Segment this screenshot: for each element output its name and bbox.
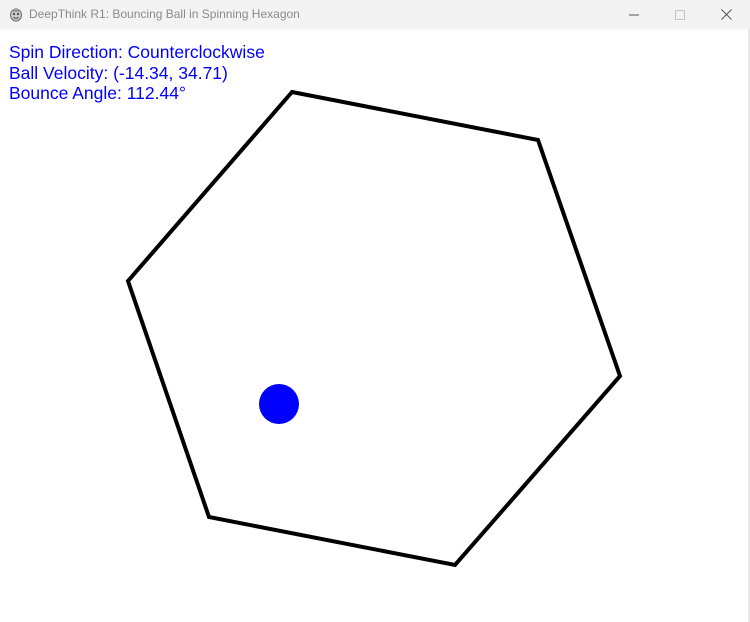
- scene-svg: [125, 89, 623, 568]
- minimize-icon: [629, 14, 639, 15]
- game-window: DeepThink R1: Bouncing Ball in Spinning …: [0, 0, 750, 622]
- title-bar[interactable]: DeepThink R1: Bouncing Ball in Spinning …: [0, 0, 750, 29]
- minimize-button[interactable]: [611, 0, 657, 29]
- close-icon: [720, 9, 732, 20]
- maximize-icon: [675, 9, 685, 20]
- game-canvas[interactable]: Spin Direction: Counterclockwise Ball Ve…: [0, 29, 748, 622]
- close-button[interactable]: [703, 0, 749, 29]
- spin-direction-text: Spin Direction: Counterclockwise: [9, 42, 265, 62]
- maximize-button[interactable]: [657, 0, 703, 29]
- hud-panel: Spin Direction: Counterclockwise Ball Ve…: [9, 42, 265, 104]
- ball-velocity-text: Ball Velocity: (-14.34, 34.71): [9, 62, 228, 83]
- pygame-snake-icon: [10, 8, 22, 22]
- bouncing-ball: [259, 384, 299, 424]
- window-title: DeepThink R1: Bouncing Ball in Spinning …: [29, 7, 300, 21]
- bounce-angle-text: Bounce Angle: 112.44°: [9, 83, 186, 103]
- spinning-hexagon: [125, 89, 623, 568]
